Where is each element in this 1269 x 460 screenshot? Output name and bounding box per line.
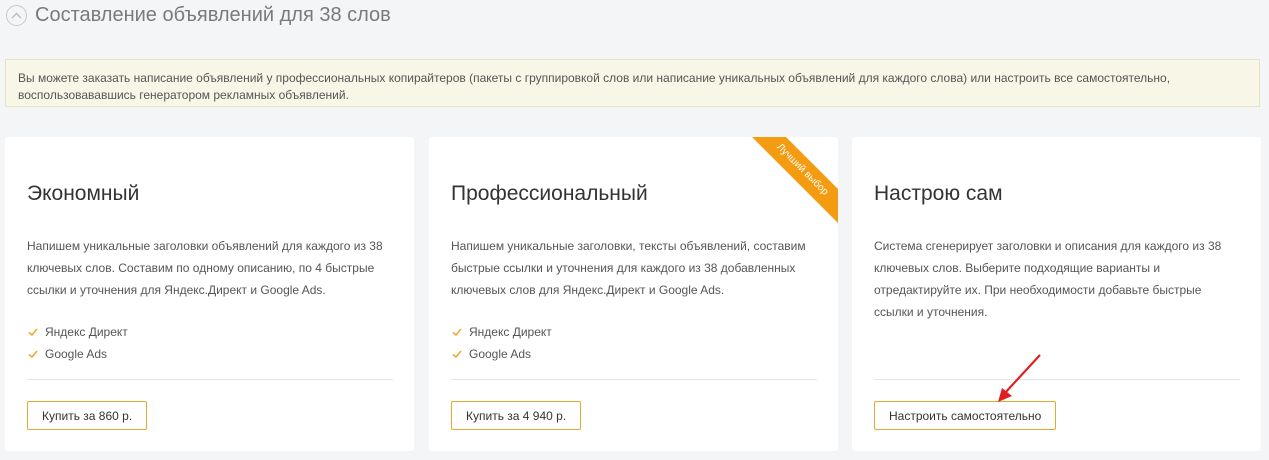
plan-features: Яндекс Директ Google Ads	[451, 321, 552, 365]
feature-label: Google Ads	[45, 347, 108, 361]
feature-item: Яндекс Директ	[27, 321, 128, 343]
buy-economy-button[interactable]: Купить за 860 р.	[27, 401, 148, 430]
plan-title: Профессиональный	[451, 182, 648, 205]
feature-label: Google Ads	[469, 347, 532, 361]
red-arrow-annotation	[998, 354, 1041, 402]
plan-card-professional: Лучший выбор Профессиональный Напишем ун…	[429, 137, 838, 451]
feature-item: Яндекс Директ	[451, 321, 552, 343]
card-divider	[27, 379, 393, 380]
check-icon	[28, 328, 38, 337]
plan-card-self-setup: Настрою сам Система сгенерирует заголовк…	[852, 137, 1261, 451]
feature-label: Яндекс Директ	[45, 325, 128, 339]
plan-title: Экономный	[27, 182, 140, 205]
card-divider	[451, 379, 817, 380]
check-icon	[452, 328, 462, 337]
check-icon	[452, 350, 462, 359]
chevron-up-icon[interactable]	[6, 5, 27, 26]
plan-features: Яндекс Директ Google Ads	[27, 321, 128, 365]
plan-description: Напишем уникальные заголовки объявлений …	[27, 239, 383, 297]
info-notice: Вы можете заказать написание объявлений …	[5, 59, 1260, 107]
plan-description: Напишем уникальные заголовки, тексты объ…	[451, 239, 806, 297]
plan-title: Настрою сам	[874, 182, 1003, 205]
best-choice-ribbon: Лучший выбор	[744, 137, 838, 228]
plan-description: Система сгенерирует заголовки и описания…	[874, 239, 1222, 319]
buy-professional-button[interactable]: Купить за 4 940 р.	[451, 401, 582, 430]
feature-label: Яндекс Директ	[469, 325, 552, 339]
page-header: Составление объявлений для 38 слов	[6, 4, 391, 27]
plan-card-economy: Экономный Напишем уникальные заголовки о…	[5, 137, 414, 451]
feature-item: Google Ads	[451, 343, 552, 365]
check-icon	[28, 350, 38, 359]
feature-item: Google Ads	[27, 343, 128, 365]
page-title: Составление объявлений для 38 слов	[35, 4, 391, 26]
card-divider	[874, 379, 1240, 380]
